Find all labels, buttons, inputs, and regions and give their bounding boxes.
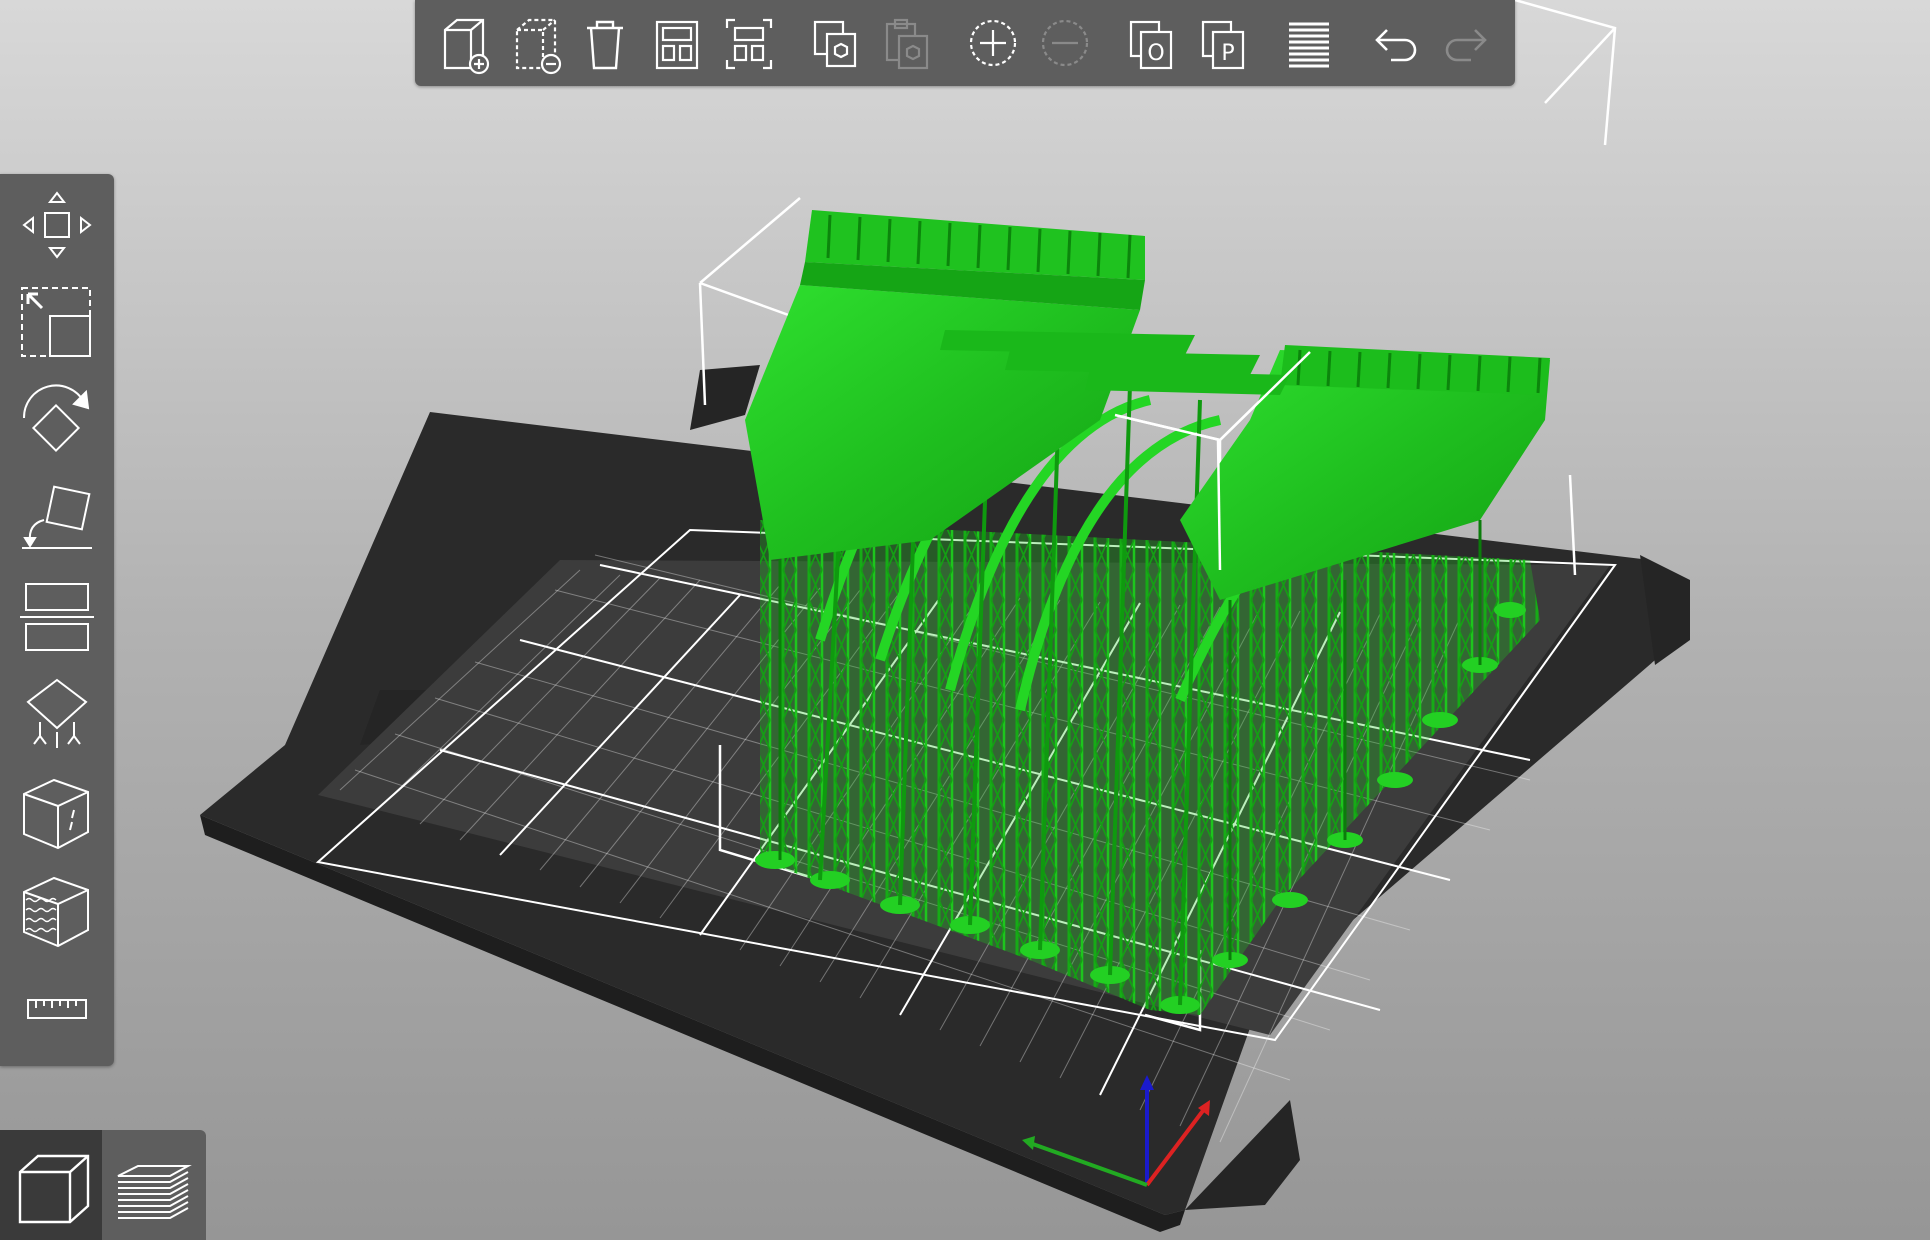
place-on-face-button[interactable]: [14, 476, 100, 562]
split-parts-icon: P: [1201, 20, 1245, 70]
split-objects-button[interactable]: O: [1117, 8, 1185, 78]
copy-icon: [813, 20, 857, 68]
undo-icon: [1375, 29, 1417, 62]
view-toggle-bar: [0, 1130, 206, 1240]
cut-icon: [20, 583, 94, 651]
preview-button[interactable]: [104, 1130, 206, 1240]
copy-button[interactable]: [801, 8, 869, 78]
layers-icon: [1289, 22, 1329, 68]
paste-button[interactable]: [873, 8, 941, 78]
remove-instance-button[interactable]: [1031, 8, 1099, 78]
preview-layers-icon: [117, 1165, 192, 1219]
trash-icon: [587, 20, 623, 70]
split-objects-label: O: [1147, 41, 1164, 66]
3d-view-button[interactable]: [0, 1130, 102, 1240]
add-instance-button[interactable]: [959, 8, 1027, 78]
top-toolbar: O P: [415, 0, 1515, 86]
variable-layer-height-button[interactable]: [1275, 8, 1343, 78]
measure-icon: [27, 999, 87, 1019]
delete-object-button[interactable]: [499, 8, 567, 78]
fuzzy-skin-button[interactable]: [14, 868, 100, 954]
move-icon: [22, 191, 92, 259]
paste-icon: [885, 18, 929, 70]
scale-icon: [21, 287, 91, 357]
arrange-icon: [655, 20, 699, 70]
measure-tool-button[interactable]: [14, 966, 100, 1052]
delete-all-button[interactable]: [571, 8, 639, 78]
rotate-tool-button[interactable]: [14, 378, 100, 464]
arrange-button[interactable]: [643, 8, 711, 78]
add-object-button[interactable]: [427, 8, 495, 78]
arrange-selection-button[interactable]: [715, 8, 783, 78]
split-parts-label: P: [1221, 41, 1234, 66]
3d-view-icon: [18, 1154, 90, 1224]
redo-icon: [1445, 29, 1487, 62]
support-painting-icon: [26, 678, 88, 748]
place-on-face-icon: [22, 485, 92, 549]
support-painting-button[interactable]: [14, 672, 100, 758]
rotate-icon: [22, 384, 90, 453]
fuzzy-skin-icon: [23, 876, 89, 948]
delete-object-icon: [515, 18, 562, 75]
left-toolbar: [0, 174, 114, 1066]
move-tool-button[interactable]: [14, 182, 100, 268]
remove-instance-icon: [1041, 19, 1089, 67]
scale-tool-button[interactable]: [14, 280, 100, 366]
undo-button[interactable]: [1361, 8, 1429, 78]
3d-viewport[interactable]: [0, 0, 1930, 1240]
seam-painting-icon: [23, 778, 89, 850]
seam-painting-button[interactable]: [14, 770, 100, 856]
arrange-selection-icon: [725, 18, 773, 70]
split-parts-button[interactable]: P: [1189, 8, 1257, 78]
add-instance-icon: [969, 19, 1017, 67]
redo-button[interactable]: [1433, 8, 1501, 78]
split-objects-icon: O: [1129, 20, 1173, 70]
add-object-icon: [443, 18, 490, 75]
cut-tool-button[interactable]: [14, 574, 100, 660]
